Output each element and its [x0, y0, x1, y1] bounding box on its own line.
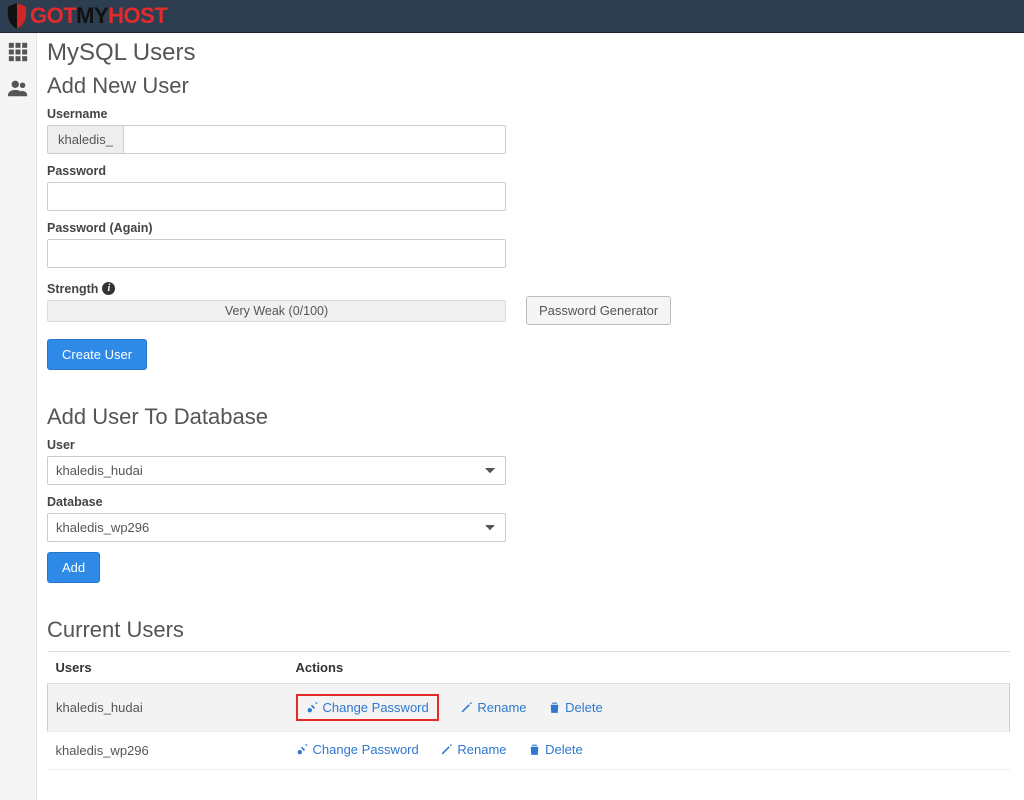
- users-table: Users Actions khaledis_hudai Change Pass…: [47, 651, 1010, 770]
- username-input[interactable]: [123, 125, 506, 154]
- table-row: khaledis_hudai Change Password Rename: [48, 684, 1010, 732]
- strength-meter: Very Weak (0/100): [47, 300, 506, 322]
- password-input[interactable]: [47, 182, 506, 211]
- trash-icon: [548, 701, 561, 714]
- delete-link[interactable]: Delete: [548, 700, 603, 715]
- brand-text-host: HOST: [108, 3, 167, 29]
- user-select[interactable]: khaledis_hudai: [47, 456, 506, 485]
- strength-label: Strength i: [47, 282, 506, 296]
- page-title: MySQL Users: [47, 39, 1010, 67]
- user-select-label: User: [47, 438, 1010, 452]
- password-again-input[interactable]: [47, 239, 506, 268]
- password-again-label: Password (Again): [47, 221, 1010, 235]
- create-user-button[interactable]: Create User: [47, 339, 147, 370]
- user-cell: khaledis_wp296: [48, 732, 288, 770]
- delete-link[interactable]: Delete: [528, 742, 583, 757]
- current-users-heading: Current Users: [47, 617, 1010, 643]
- change-password-link[interactable]: Change Password: [296, 742, 419, 757]
- users-icon[interactable]: [5, 77, 31, 99]
- username-prefix: khaledis_: [47, 125, 123, 154]
- shield-icon: [6, 3, 28, 29]
- database-select-label: Database: [47, 495, 1010, 509]
- main-content: MySQL Users Add New User Username khaled…: [37, 33, 1024, 800]
- trash-icon: [528, 743, 541, 756]
- add-button[interactable]: Add: [47, 552, 100, 583]
- table-row: khaledis_wp296 Change Password Rename: [48, 732, 1010, 770]
- database-select[interactable]: khaledis_wp296: [47, 513, 506, 542]
- topbar: GOTMYHOST: [0, 0, 1024, 33]
- user-cell: khaledis_hudai: [48, 684, 288, 732]
- pencil-icon: [440, 743, 453, 756]
- brand-text-got: GOT: [30, 3, 76, 29]
- key-icon: [296, 743, 309, 756]
- username-label: Username: [47, 107, 1010, 121]
- grid-icon[interactable]: [5, 41, 31, 63]
- rename-link[interactable]: Rename: [460, 700, 526, 715]
- password-generator-button[interactable]: Password Generator: [526, 296, 671, 325]
- col-actions: Actions: [288, 652, 1010, 684]
- brand-text-my: MY: [76, 3, 108, 29]
- info-icon[interactable]: i: [102, 282, 115, 295]
- rename-link[interactable]: Rename: [440, 742, 506, 757]
- add-to-db-heading: Add User To Database: [47, 404, 1010, 430]
- sidebar: [0, 33, 37, 800]
- add-user-heading: Add New User: [47, 73, 1010, 99]
- password-label: Password: [47, 164, 1010, 178]
- col-users: Users: [48, 652, 288, 684]
- key-icon: [306, 701, 319, 714]
- pencil-icon: [460, 701, 473, 714]
- change-password-link[interactable]: Change Password: [296, 694, 439, 721]
- brand-logo[interactable]: GOTMYHOST: [6, 3, 167, 29]
